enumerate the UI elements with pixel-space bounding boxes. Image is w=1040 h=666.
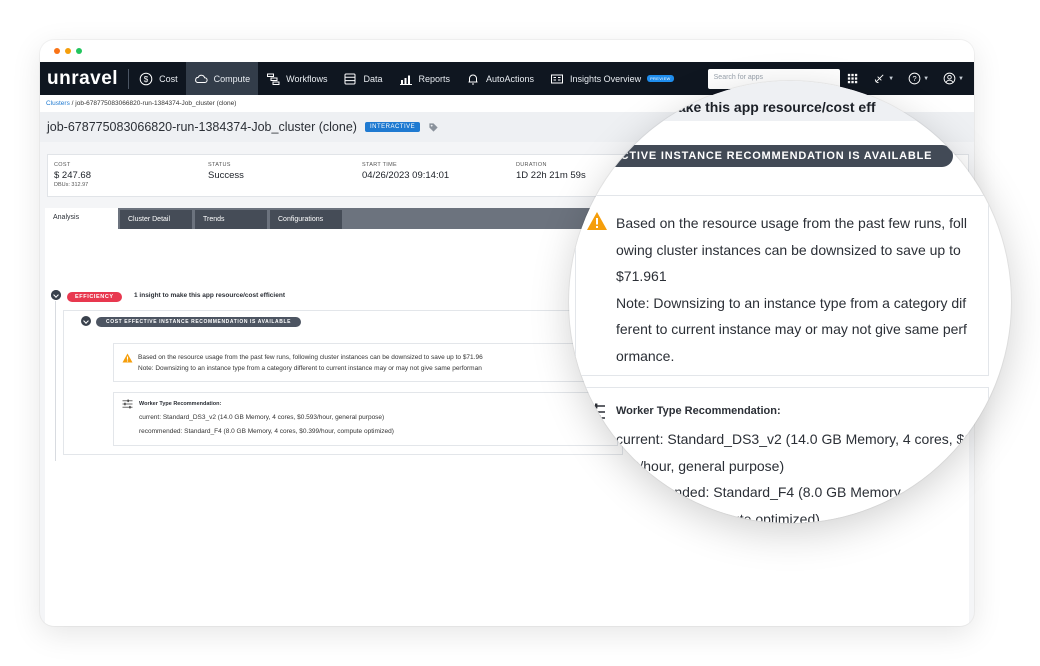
- workflow-icon: [267, 73, 280, 85]
- breadcrumb-current: / job-678775083066820-run-1384374-Job_cl…: [71, 100, 237, 107]
- window-titlebar: [40, 40, 974, 62]
- window-close-dot[interactable]: [54, 48, 60, 54]
- lens-recommendation-line: $0.399/hour, compute optimized): [616, 510, 820, 524]
- bell-icon: [468, 74, 478, 84]
- nav-item-autoactions[interactable]: AutoActions: [458, 62, 542, 95]
- lens-worker-recommendation-title: Worker Type Recommendation:: [616, 405, 781, 417]
- cloud-icon: [194, 74, 208, 83]
- nav-item-label: Compute: [213, 73, 251, 84]
- nav-item-cost[interactable]: $ Cost: [131, 62, 186, 95]
- window-zoom-dot[interactable]: [76, 48, 82, 54]
- warning-icon: [587, 212, 607, 230]
- stat-status: STATUS Success: [202, 155, 356, 196]
- nav-divider: [128, 68, 130, 89]
- tag-icon[interactable]: [428, 122, 439, 133]
- message-text: Based on the resource usage from the pas…: [138, 353, 483, 374]
- insight-summary: 1 insight to make this app resource/cost…: [134, 292, 285, 299]
- svg-text:$: $: [144, 74, 149, 83]
- nav-item-data[interactable]: Data: [335, 62, 390, 95]
- current-instance: current: Standard_DS3_v2 (14.0 GB Memory…: [139, 414, 385, 421]
- warning-icon: [122, 353, 133, 363]
- lens-message-line: Based on the resource usage from the pas…: [616, 215, 967, 231]
- insights-icon: [551, 74, 564, 83]
- lens-recommendation-badge: FECTIVE INSTANCE RECOMMENDATION IS AVAIL…: [569, 145, 953, 167]
- collapse-efficiency-toggle-icon[interactable]: [51, 290, 61, 300]
- message-line: Based on the resource usage from the pas…: [138, 354, 483, 361]
- recommended-instance: recommended: Standard_F4 (8.0 GB Memory,…: [139, 428, 394, 435]
- sliders-icon: [122, 399, 133, 409]
- lens-message-line: owing cluster instances can be downsized…: [616, 241, 961, 258]
- page-title: job-678775083066820-run-1384374-Job_clus…: [47, 120, 357, 134]
- database-icon: [344, 73, 356, 84]
- stat-value: 04/26/2023 09:14:01: [362, 170, 450, 181]
- lens-insight-heading: o make this app resource/cost eff: [653, 99, 876, 115]
- collapse-recommendation-toggle-icon[interactable]: [81, 316, 91, 326]
- recommendation-badge: COST EFFECTIVE INSTANCE RECOMMENDATION I…: [96, 317, 302, 327]
- bar-chart-icon: [399, 75, 412, 85]
- page: unravel $ Cost Compute Workflows Data Re…: [0, 0, 1040, 666]
- breadcrumb-clusters-link[interactable]: Clusters: [46, 100, 70, 107]
- nav-item-label: Data: [363, 73, 383, 84]
- nav-item-label: Reports: [418, 73, 451, 84]
- dollar-circle-icon: $: [139, 72, 153, 85]
- stat-value: Success: [208, 170, 244, 181]
- nav-item-label: Workflows: [286, 73, 328, 84]
- lens-recommendation-text: current: Standard_DS3_v2 (14.0 GB Memory…: [616, 426, 976, 523]
- nav-item-reports[interactable]: Reports: [391, 62, 459, 95]
- lens-message-line: ferent to current instance may or may no…: [616, 321, 967, 337]
- magnifier-lens: o make this app resource/cost eff FECTIV…: [569, 81, 1011, 523]
- nav-item-label: Cost: [159, 73, 178, 84]
- lens-recommendation-line: recommended: Standard_F4 (8.0 GB Memory,…: [616, 484, 958, 500]
- tab-configurations[interactable]: Configurations: [270, 210, 342, 229]
- worker-recommendation-title: Worker Type Recommendation:: [139, 401, 222, 407]
- lens-recommendation-line: 593/hour, general purpose): [616, 457, 785, 474]
- interactive-badge: INTERACTIVE: [364, 122, 421, 132]
- unravel-logo[interactable]: unravel: [40, 68, 126, 90]
- nav-item-label: AutoActions: [486, 73, 535, 84]
- tab-trends[interactable]: Trends: [195, 210, 267, 229]
- tree-connector: [55, 301, 56, 461]
- stat-start-time: START TIME 04/26/2023 09:14:01: [356, 155, 510, 196]
- lens-message-line: $71.961: [616, 268, 667, 284]
- lens-message-text: Based on the resource usage from the pas…: [616, 210, 967, 369]
- nav-item-compute[interactable]: Compute: [185, 62, 259, 95]
- lens-message-line: Note: Downsizing to an instance type fro…: [616, 294, 967, 311]
- efficiency-badge: EFFICIENCY: [67, 292, 122, 302]
- stat-value: $ 247.68: [54, 170, 91, 181]
- stat-label: STATUS: [208, 162, 231, 168]
- window-minimize-dot[interactable]: [65, 48, 71, 54]
- stat-label: COST: [54, 162, 71, 168]
- tab-analysis[interactable]: Analysis: [45, 208, 118, 229]
- stat-cost: COST $ 247.68 DBUs: 312.97: [48, 155, 202, 196]
- lens-message-line: ormance.: [616, 347, 675, 364]
- nav-item-workflows[interactable]: Workflows: [258, 62, 335, 95]
- tab-cluster-detail[interactable]: Cluster Detail: [120, 210, 192, 229]
- message-line: Note: Downsizing to an instance type fro…: [138, 364, 482, 372]
- sliders-icon: [585, 403, 605, 421]
- stat-sub: DBUs: 312.97: [54, 182, 89, 188]
- lens-recommendation-line: current: Standard_DS3_v2 (14.0 GB Memory…: [616, 431, 977, 447]
- stat-label: START TIME: [362, 162, 397, 168]
